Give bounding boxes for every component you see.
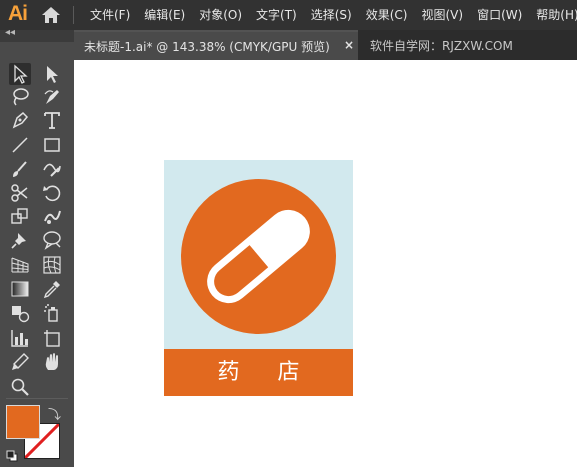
menu-divider — [73, 6, 74, 24]
mesh-icon — [43, 256, 61, 274]
line-segment-icon — [12, 137, 28, 153]
gradient-icon — [11, 281, 29, 297]
menu-type[interactable]: 文字(T) — [256, 0, 297, 30]
gradient-tool[interactable] — [9, 278, 31, 300]
selection-tool[interactable] — [9, 63, 31, 85]
document-tab-title: 未标题-1.ai* @ 143.38% (CMYK/GPU 预览) — [84, 40, 330, 54]
scissors-icon — [11, 184, 28, 202]
curvature-tool[interactable] — [41, 86, 63, 108]
pen-tool[interactable] — [9, 109, 31, 131]
menu-bar: Ai 文件(F) 编辑(E) 对象(O) 文字(T) 选择(S) 效果(C) 视… — [0, 0, 577, 30]
menu-select[interactable]: 选择(S) — [311, 0, 352, 30]
chat-bubble-icon — [43, 231, 61, 250]
selection-icon — [14, 64, 28, 84]
fill-swatch[interactable] — [7, 406, 39, 438]
lasso-tool[interactable] — [9, 86, 31, 108]
direct-selection-icon — [47, 66, 58, 83]
menu-list: 文件(F) 编辑(E) 对象(O) 文字(T) 选择(S) 效果(C) 视图(V… — [90, 0, 577, 30]
menu-edit[interactable]: 编辑(E) — [144, 0, 185, 30]
pharmacy-badge-circle — [181, 179, 336, 334]
menu-file[interactable]: 文件(F) — [90, 0, 130, 30]
puppet-warp-tool[interactable] — [9, 229, 31, 251]
default-colors-icon[interactable] — [6, 447, 18, 462]
tools-panel: ◂◂ ⤵ — [0, 27, 74, 467]
app-logo: Ai — [8, 2, 28, 25]
scissors-tool[interactable] — [9, 182, 31, 204]
scale-icon — [11, 208, 28, 224]
slice-tool[interactable] — [9, 351, 31, 373]
collapse-icon[interactable]: ◂◂ — [5, 27, 15, 38]
menu-view[interactable]: 视图(V) — [421, 0, 463, 30]
artboard[interactable]: 药店 — [164, 160, 353, 396]
perspective-grid-icon — [11, 257, 29, 273]
rotate-tool[interactable] — [41, 182, 63, 204]
paintbrush-icon — [13, 161, 27, 177]
slice-icon — [12, 353, 29, 370]
menu-effect[interactable]: 效果(C) — [366, 0, 408, 30]
curvature-icon — [44, 90, 59, 104]
home-icon[interactable] — [41, 6, 61, 24]
zoom-icon — [11, 378, 29, 396]
zoom-tool[interactable] — [9, 376, 31, 398]
pen-icon — [12, 111, 29, 129]
rectangle-tool[interactable] — [41, 134, 63, 156]
shaper-tool[interactable] — [41, 158, 63, 180]
tools-divider — [6, 398, 68, 399]
lasso-icon — [13, 88, 29, 106]
warp-tool[interactable] — [41, 205, 63, 227]
artboard-icon — [44, 330, 60, 347]
warp-icon — [44, 210, 61, 224]
pin-icon — [11, 233, 26, 249]
blend-icon — [12, 306, 30, 323]
hand-icon — [45, 353, 58, 370]
swap-fill-stroke-icon[interactable]: ⤵ — [48, 404, 61, 423]
eyedropper-icon — [43, 281, 60, 299]
column-graph-tool[interactable] — [9, 327, 31, 349]
shaper-icon — [43, 163, 61, 177]
column-graph-icon — [11, 330, 28, 347]
eyedropper-tool[interactable] — [41, 278, 63, 300]
tools-panel-header[interactable]: ◂◂ — [0, 27, 74, 42]
document-tab[interactable]: 未标题-1.ai* @ 143.38% (CMYK/GPU 预览) × — [74, 30, 358, 60]
rectangle-icon — [44, 138, 60, 152]
type-icon — [44, 112, 60, 129]
menu-window[interactable]: 窗口(W) — [477, 0, 522, 30]
menu-object[interactable]: 对象(O) — [199, 0, 242, 30]
close-icon[interactable]: × — [344, 38, 354, 52]
symbol-sprayer-tool[interactable] — [41, 302, 63, 324]
blend-tool[interactable] — [9, 302, 31, 324]
mesh-tool[interactable] — [41, 254, 63, 276]
shape-builder-tool[interactable] — [41, 229, 63, 251]
perspective-grid-tool[interactable] — [9, 254, 31, 276]
watermark-text: 软件自学网：RJZXW.COM — [370, 39, 513, 53]
paintbrush-tool[interactable] — [9, 158, 31, 180]
line-segment-tool[interactable] — [9, 134, 31, 156]
scale-tool[interactable] — [9, 205, 31, 227]
hand-tool[interactable] — [41, 351, 63, 373]
artboard-tool[interactable] — [41, 327, 63, 349]
type-tool[interactable] — [41, 109, 63, 131]
menu-help[interactable]: 帮助(H) — [536, 0, 577, 30]
pharmacy-label: 药店 — [164, 349, 353, 396]
document-tab-bar: 未标题-1.ai* @ 143.38% (CMYK/GPU 预览) × 软件自学… — [74, 30, 577, 60]
rotate-icon — [43, 185, 61, 202]
capsule-icon — [207, 209, 310, 304]
direct-selection-tool[interactable] — [41, 63, 63, 85]
symbol-sprayer-icon — [44, 304, 58, 322]
